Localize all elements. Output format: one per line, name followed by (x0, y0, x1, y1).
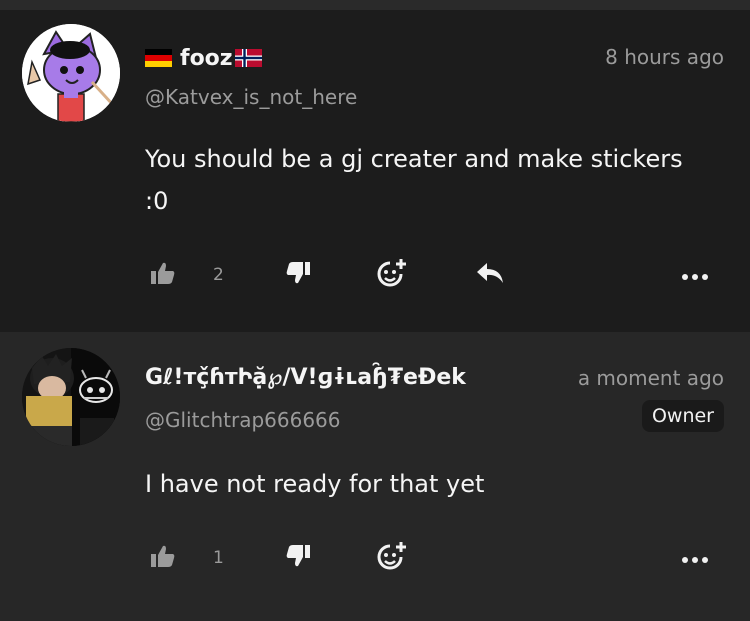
thumbs-up-icon (150, 261, 176, 289)
thumbs-up-icon (150, 544, 176, 572)
username[interactable]: fooz (180, 46, 233, 71)
like-count: 2 (213, 265, 224, 285)
comment-actions: 1 (145, 540, 725, 576)
reply-button[interactable] (475, 257, 505, 293)
norway-flag-icon (234, 49, 262, 67)
thumbs-down-icon (285, 261, 311, 289)
more-options-button[interactable] (681, 540, 709, 576)
thumbs-down-icon (285, 544, 311, 572)
more-icon (681, 549, 709, 568)
like-button[interactable] (150, 257, 176, 293)
username-row: fooz (145, 41, 262, 75)
more-options-button[interactable] (681, 257, 709, 293)
comment-item: Gℓ!тç̌ɦтԻặ℘/V!ɡɨʟaɧ̑₮eĐek a moment ago @… (0, 332, 750, 621)
user-handle[interactable]: @Katvex_is_not_here (145, 85, 357, 109)
user-handle[interactable]: @Glitchtrap666666 (145, 408, 341, 432)
username-fade (500, 360, 540, 394)
timestamp: a moment ago (577, 366, 724, 390)
add-sticker-button[interactable] (376, 540, 408, 576)
germany-flag-icon (145, 49, 172, 67)
comment-actions: 2 (145, 257, 725, 293)
dislike-button[interactable] (285, 257, 311, 293)
dislike-button[interactable] (285, 540, 311, 576)
sticker-add-icon (376, 540, 408, 576)
more-icon (681, 266, 709, 285)
sticker-add-icon (376, 257, 408, 293)
add-sticker-button[interactable] (376, 257, 408, 293)
username-row: Gℓ!тç̌ɦтԻặ℘/V!ɡɨʟaɧ̑₮eĐek (145, 360, 540, 394)
like-count: 1 (213, 548, 224, 568)
owner-badge: Owner (641, 400, 724, 432)
like-button[interactable] (150, 540, 176, 576)
comment-text: You should be a gj creater and make stic… (145, 145, 683, 215)
comment-text: I have not ready for that yet (145, 470, 485, 498)
timestamp: 8 hours ago (605, 45, 724, 69)
reply-icon (475, 261, 505, 289)
username[interactable]: Gℓ!тç̌ɦтԻặ℘/V!ɡɨʟaɧ̑₮eĐek (145, 365, 466, 390)
avatar[interactable] (22, 348, 120, 446)
top-divider (0, 0, 750, 10)
avatar[interactable] (22, 24, 120, 122)
comment-item: fooz 8 hours ago @Katvex_is_not_here You… (0, 10, 750, 332)
